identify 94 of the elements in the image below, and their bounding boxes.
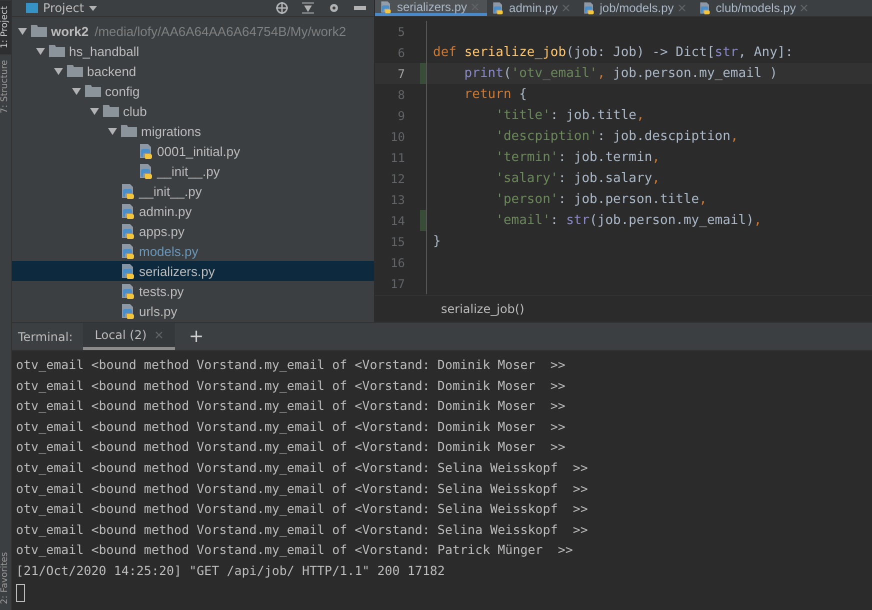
terminal-output-line: otv_email <bound method Vorstand.my_email of <Vorstand: Dominik Moser >> xyxy=(16,438,566,456)
code-text: print('otv_email', job.person.my_email ) xyxy=(463,66,778,81)
line-number: 14 xyxy=(390,214,406,228)
line-number: 15 xyxy=(390,234,406,248)
expand-arrow-icon[interactable] xyxy=(36,46,45,56)
terminal-output-line: otv_email <bound method Vorstand.my_email of <Vorstand: Selina Weisskopf >> xyxy=(16,520,589,539)
tree-item[interactable]: tests.py xyxy=(12,281,374,301)
terminal-output-line: otv_email <bound method Vorstand.my_email of <Vorstand: Selina Weisskopf >> xyxy=(16,480,589,498)
terminal-output-line: otv_email <bound method Vorstand.my_email of <Vorstand: Dominik Moser >> xyxy=(16,376,566,395)
line-number: 13 xyxy=(390,192,406,206)
code-text: 'salary': job.salary, xyxy=(494,171,660,186)
terminal-output-line: otv_email <bound method Vorstand.my_email of <Vorstand: Selina Weisskopf >> xyxy=(16,500,589,518)
tree-item[interactable]: 0001_initial.py xyxy=(12,141,374,161)
tool-window-tab[interactable]: 2: Favorites xyxy=(0,546,11,610)
tool-window-tab[interactable]: 1: Project xyxy=(0,0,11,54)
tree-item[interactable]: urls.py xyxy=(12,301,374,321)
settings-icon[interactable] xyxy=(328,2,340,14)
expand-arrow-icon[interactable] xyxy=(18,26,27,36)
code-text: 'termin': job.termin, xyxy=(494,150,660,165)
line-number: 17 xyxy=(390,276,406,290)
tree-item[interactable]: work2 /media/lofy/AA6A64AA6A64754B/My/work2 xyxy=(12,21,374,41)
folder-icon xyxy=(85,85,101,97)
python-file-icon xyxy=(121,243,135,259)
folder-icon xyxy=(26,3,38,13)
expand-arrow-icon[interactable] xyxy=(108,126,117,136)
tree-item[interactable]: __init__.py xyxy=(12,161,374,181)
project-view-selector[interactable]: Project xyxy=(26,1,98,15)
tree-item[interactable]: admin.py xyxy=(12,201,374,221)
tree-item[interactable]: club xyxy=(12,101,374,121)
caret-icon xyxy=(89,6,98,10)
editor-tab[interactable]: job/models.py xyxy=(578,0,694,16)
python-file-icon xyxy=(380,0,392,13)
collapse-icon[interactable] xyxy=(302,2,314,14)
target-icon[interactable] xyxy=(276,2,288,14)
line-number: 16 xyxy=(390,256,406,270)
folder-icon xyxy=(121,125,137,137)
terminal-tab[interactable]: Local (2) xyxy=(82,323,175,350)
expand-arrow-icon[interactable] xyxy=(72,86,81,96)
folder-icon xyxy=(31,25,47,37)
editor-tab[interactable]: admin.py xyxy=(487,0,578,16)
line-number: 5 xyxy=(396,24,406,38)
code-text: 'email': str(job.person.my_email), xyxy=(494,213,762,228)
python-file-icon xyxy=(121,183,135,199)
code-text: 'descpiption': job.descpiption, xyxy=(494,129,738,144)
terminal-output-line: otv_email <bound method Vorstand.my_email of <Vorstand: Selina Weisskopf >> xyxy=(16,458,589,477)
breadcrumb-item[interactable]: serialize_job() xyxy=(441,302,524,316)
editor-tab[interactable]: club/models.py xyxy=(694,0,816,16)
tree-item[interactable]: apps.py xyxy=(12,221,374,241)
terminal-cursor[interactable] xyxy=(16,584,25,602)
terminal-output-line: otv_email <bound method Vorstand.my_email of <Vorstand: Dominik Moser >> xyxy=(16,418,566,436)
terminal-output-line: otv_email <bound method Vorstand.my_email of <Vorstand: Patrick Münger >> xyxy=(16,541,574,560)
new-terminal-button[interactable]: + xyxy=(184,326,208,346)
terminal-output-line: otv_email <bound method Vorstand.my_email of <Vorstand: Dominik Moser >> xyxy=(16,356,566,374)
tree-item[interactable]: config xyxy=(12,81,374,101)
code-text: 'title': job.title, xyxy=(494,108,644,123)
code-text: def serialize_job(job: Job) -> Dict[str, Any]: xyxy=(433,45,794,60)
line-number: 10 xyxy=(390,130,406,144)
python-file-icon xyxy=(121,263,135,279)
terminal-label: Terminal: xyxy=(18,330,73,344)
tree-item[interactable]: __init__.py xyxy=(12,181,374,201)
python-file-icon xyxy=(121,223,135,239)
folder-icon xyxy=(103,105,119,117)
folder-icon xyxy=(49,45,65,57)
change-marker xyxy=(420,210,426,231)
code-text: } xyxy=(433,234,441,249)
terminal-output-line: otv_email <bound method Vorstand.my_email of <Vorstand: Dominik Moser >> xyxy=(16,397,566,416)
python-file-icon xyxy=(139,143,153,159)
python-file-icon xyxy=(492,2,504,14)
tree-item[interactable]: backend xyxy=(12,61,374,81)
python-file-icon xyxy=(121,283,135,299)
code-text: return { xyxy=(463,87,527,102)
code-text: 'person': job.person.title, xyxy=(494,192,707,207)
tree-item[interactable]: serializers.py xyxy=(12,261,374,281)
folder-icon xyxy=(67,65,83,77)
python-file-icon xyxy=(583,2,594,14)
tree-item[interactable]: hs_handball xyxy=(12,41,374,61)
python-file-icon xyxy=(121,203,135,219)
line-number: 11 xyxy=(390,150,406,164)
python-file-icon xyxy=(139,163,153,179)
tree-item[interactable]: models.py xyxy=(12,241,374,261)
editor-tab[interactable]: serializers.py xyxy=(375,0,488,16)
expand-arrow-icon[interactable] xyxy=(54,66,63,76)
line-number: 8 xyxy=(396,88,406,102)
tool-window-tab[interactable]: 7: Structure xyxy=(0,54,11,120)
line-number: 6 xyxy=(396,46,406,60)
terminal-output-line: [21/Oct/2020 14:25:20] "GET /api/job/ HTTP/1.1" 200 17182 xyxy=(16,562,446,580)
expand-arrow-icon[interactable] xyxy=(90,106,99,116)
line-number: 9 xyxy=(396,108,406,122)
tree-item[interactable]: migrations xyxy=(12,121,374,141)
line-number: 7 xyxy=(396,66,406,80)
line-number: 12 xyxy=(390,172,406,186)
change-marker xyxy=(420,63,426,84)
python-file-icon xyxy=(121,303,135,319)
python-file-icon xyxy=(699,2,710,14)
